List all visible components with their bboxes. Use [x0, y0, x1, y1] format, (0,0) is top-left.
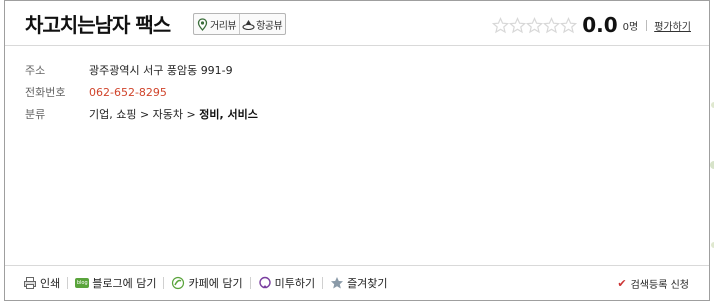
favorite-button[interactable]: 즐겨찾기 — [323, 275, 394, 291]
place-details: 주소 광주광역시 서구 풍암동 991-9 전화번호 062-652-8295 … — [25, 59, 258, 125]
street-view-label: 거리뷰 — [210, 20, 237, 32]
me2day-label: 미투하기 — [274, 277, 316, 290]
category-path: 기업, 쇼핑 > 자동차 > — [89, 108, 196, 121]
place-header: 차고치는남자 팩스 거리뷰 항공뷰 0.0 0명 평가하기 — [5, 1, 709, 46]
category-value: 기업, 쇼핑 > 자동차 > 정비, 서비스 — [89, 106, 258, 122]
star-icon — [543, 16, 561, 34]
street-view-button[interactable]: 거리뷰 — [194, 14, 239, 34]
aerial-view-label: 항공뷰 — [256, 20, 283, 32]
me2day-button[interactable]: 미투하기 — [251, 275, 322, 291]
print-button[interactable]: 인쇄 — [5, 275, 67, 291]
phone-label: 전화번호 — [25, 86, 66, 99]
address-row: 주소 광주광역시 서구 풍암동 991-9 — [25, 59, 258, 81]
category-label: 분류 — [25, 108, 46, 121]
search-register-label: 검색등록 신청 — [630, 279, 689, 291]
star-icon — [492, 16, 510, 34]
print-label: 인쇄 — [40, 277, 61, 290]
search-register-link[interactable]: ✔ 검색등록 신청 — [617, 266, 689, 300]
star-icon — [526, 16, 544, 34]
place-info-panel: 차고치는남자 팩스 거리뷰 항공뷰 0.0 0명 평가하기 주소 광주광역시 서… — [4, 0, 710, 301]
aerial-view-button[interactable]: 항공뷰 — [239, 14, 285, 34]
address-label: 주소 — [25, 64, 46, 77]
category-current: 정비, 서비스 — [199, 108, 258, 121]
write-review-link[interactable]: 평가하기 — [654, 18, 691, 33]
star-icon — [330, 276, 344, 290]
favorite-label: 즐겨찾기 — [347, 277, 388, 290]
rating: 0.0 0명 평가하기 — [492, 13, 691, 37]
street-view-icon — [196, 17, 209, 31]
action-bar: 인쇄 blog 블로그에 담기 카페에 담기 미투하기 즐겨찾기 ✔ 검색등록 … — [5, 265, 709, 300]
divider — [646, 19, 648, 31]
me2day-icon — [258, 276, 272, 290]
phone-value: 062-652-8295 — [89, 85, 167, 99]
printer-icon — [23, 276, 37, 290]
phone-row: 전화번호 062-652-8295 — [25, 81, 258, 103]
save-to-blog-button[interactable]: blog 블로그에 담기 — [68, 275, 163, 291]
background-decoration — [710, 102, 714, 248]
rating-score: 0.0 — [582, 13, 618, 37]
star-icon — [509, 16, 527, 34]
rating-stars — [492, 16, 578, 34]
place-title: 차고치는남자 팩스 — [25, 13, 171, 37]
aerial-view-icon — [242, 18, 255, 31]
category-row: 분류 기업, 쇼핑 > 자동차 > 정비, 서비스 — [25, 103, 258, 125]
blog-icon: blog — [75, 278, 90, 288]
save-to-cafe-button[interactable]: 카페에 담기 — [164, 275, 249, 291]
address-value: 광주광역시 서구 풍암동 991-9 — [89, 64, 233, 77]
cafe-icon — [171, 276, 185, 290]
star-icon — [560, 16, 578, 34]
view-buttons: 거리뷰 항공뷰 — [193, 13, 287, 35]
save-to-blog-label: 블로그에 담기 — [92, 277, 157, 290]
check-icon: ✔ — [617, 276, 627, 290]
rating-count: 0명 — [622, 21, 639, 33]
save-to-cafe-label: 카페에 담기 — [188, 277, 243, 290]
